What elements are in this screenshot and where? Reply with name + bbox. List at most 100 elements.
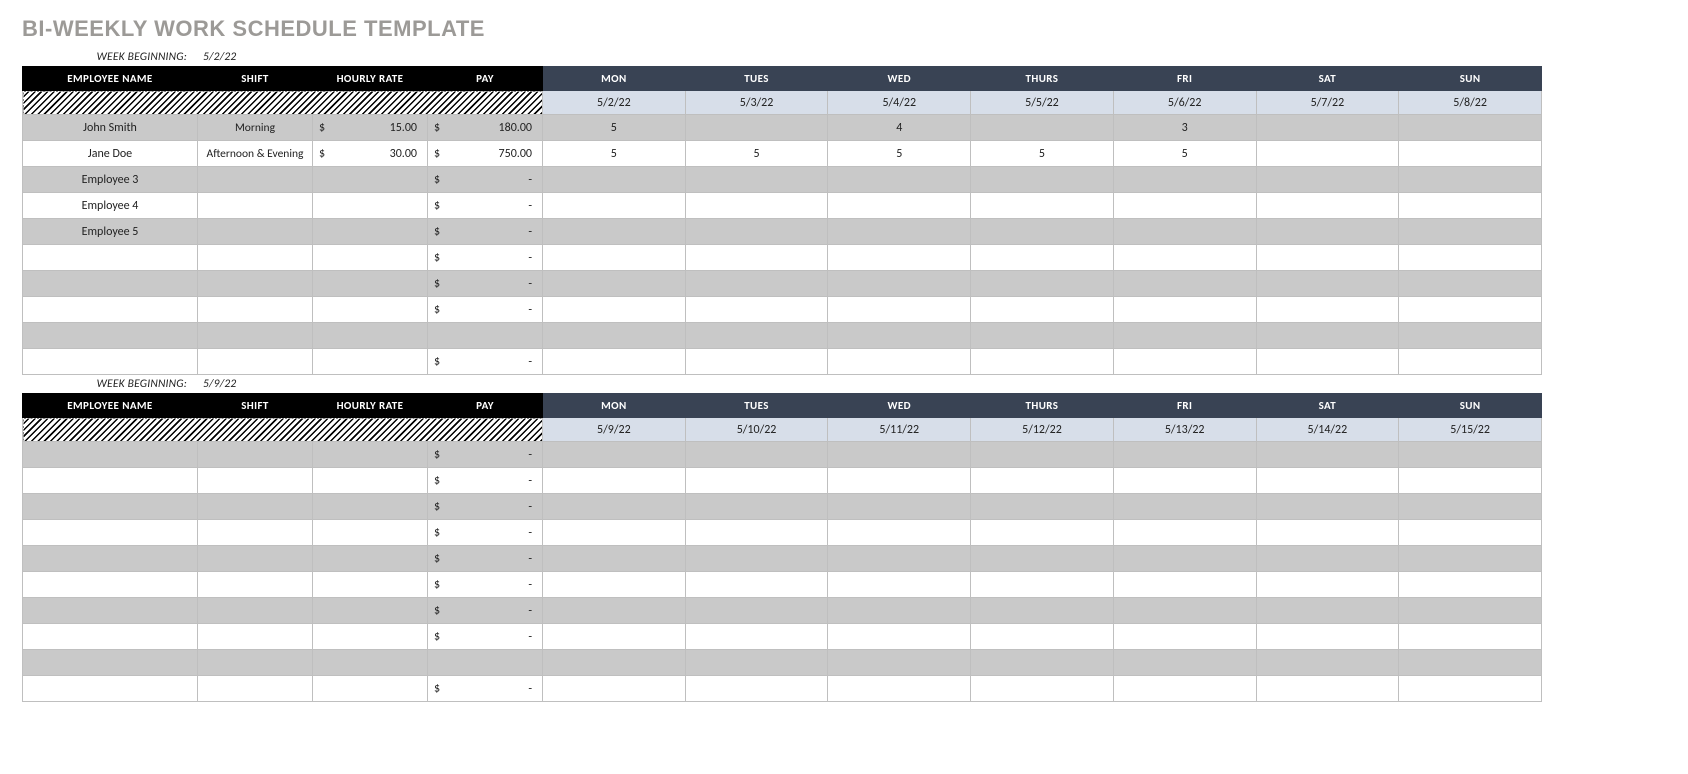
hours-cell[interactable] [1113,245,1256,271]
hours-cell[interactable] [1256,245,1399,271]
hours-cell[interactable] [971,297,1114,323]
hours-cell[interactable]: 5 [828,141,971,167]
hours-cell[interactable] [685,624,828,650]
pay-cell[interactable]: - [428,219,543,245]
pay-cell[interactable]: - [428,572,543,598]
hours-cell[interactable]: 5 [971,141,1114,167]
hours-cell[interactable] [685,650,828,676]
hours-cell[interactable] [543,520,686,546]
hourly-rate-cell[interactable] [313,167,428,193]
hourly-rate-cell[interactable] [313,520,428,546]
hours-cell[interactable] [685,468,828,494]
hours-cell[interactable] [1256,598,1399,624]
hours-cell[interactable] [828,297,971,323]
hours-cell[interactable] [971,323,1114,349]
hours-cell[interactable] [1113,297,1256,323]
employee-name-cell[interactable] [23,442,198,468]
hours-cell[interactable]: 5 [543,115,686,141]
hours-cell[interactable] [1399,494,1542,520]
shift-cell[interactable] [198,271,313,297]
hours-cell[interactable] [1113,494,1256,520]
hours-cell[interactable] [543,494,686,520]
hours-cell[interactable] [543,598,686,624]
hours-cell[interactable] [828,442,971,468]
employee-name-cell[interactable] [23,598,198,624]
shift-cell[interactable]: Morning [198,115,313,141]
hours-cell[interactable] [828,546,971,572]
shift-cell[interactable] [198,468,313,494]
hours-cell[interactable] [1256,323,1399,349]
hours-cell[interactable] [685,271,828,297]
hours-cell[interactable] [828,245,971,271]
hours-cell[interactable] [543,271,686,297]
hourly-rate-cell[interactable] [313,219,428,245]
pay-cell[interactable]: - [428,520,543,546]
hourly-rate-cell[interactable] [313,323,428,349]
hours-cell[interactable] [1399,271,1542,297]
hours-cell[interactable] [1256,271,1399,297]
employee-name-cell[interactable]: Employee 4 [23,193,198,219]
hours-cell[interactable] [685,245,828,271]
shift-cell[interactable] [198,520,313,546]
hours-cell[interactable] [543,349,686,375]
pay-cell[interactable]: - [428,442,543,468]
employee-name-cell[interactable] [23,546,198,572]
hours-cell[interactable] [1113,572,1256,598]
hourly-rate-cell[interactable] [313,676,428,702]
employee-name-cell[interactable] [23,494,198,520]
hours-cell[interactable] [1256,546,1399,572]
employee-name-cell[interactable] [23,520,198,546]
shift-cell[interactable] [198,572,313,598]
shift-cell[interactable] [198,167,313,193]
shift-cell[interactable] [198,297,313,323]
hours-cell[interactable] [1256,193,1399,219]
hours-cell[interactable]: 4 [828,115,971,141]
hours-cell[interactable] [685,442,828,468]
shift-cell[interactable] [198,650,313,676]
employee-name-cell[interactable] [23,323,198,349]
hours-cell[interactable] [1399,349,1542,375]
hours-cell[interactable] [971,494,1114,520]
hours-cell[interactable] [1399,167,1542,193]
hours-cell[interactable] [1113,676,1256,702]
hours-cell[interactable] [685,572,828,598]
hours-cell[interactable] [543,193,686,219]
employee-name-cell[interactable]: Jane Doe [23,141,198,167]
hours-cell[interactable] [971,442,1114,468]
hours-cell[interactable] [685,546,828,572]
hours-cell[interactable] [685,115,828,141]
hourly-rate-cell[interactable] [313,494,428,520]
hours-cell[interactable] [1113,468,1256,494]
hours-cell[interactable] [971,468,1114,494]
hours-cell[interactable] [1399,676,1542,702]
hours-cell[interactable] [1113,546,1256,572]
hourly-rate-cell[interactable] [313,624,428,650]
hourly-rate-cell[interactable] [313,349,428,375]
hourly-rate-cell[interactable] [313,572,428,598]
hours-cell[interactable]: 3 [1113,115,1256,141]
hours-cell[interactable] [828,219,971,245]
employee-name-cell[interactable] [23,468,198,494]
hourly-rate-cell[interactable] [313,193,428,219]
hours-cell[interactable] [1113,271,1256,297]
employee-name-cell[interactable]: Employee 3 [23,167,198,193]
shift-cell[interactable]: Afternoon & Evening [198,141,313,167]
hours-cell[interactable] [1399,650,1542,676]
hours-cell[interactable] [543,572,686,598]
hours-cell[interactable] [971,546,1114,572]
shift-cell[interactable] [198,598,313,624]
hours-cell[interactable] [1256,650,1399,676]
hours-cell[interactable] [1399,520,1542,546]
hours-cell[interactable] [543,676,686,702]
hours-cell[interactable] [685,676,828,702]
hours-cell[interactable] [1399,572,1542,598]
hours-cell[interactable] [971,520,1114,546]
pay-cell[interactable]: - [428,468,543,494]
hours-cell[interactable] [971,676,1114,702]
shift-cell[interactable] [198,676,313,702]
hours-cell[interactable] [828,676,971,702]
hours-cell[interactable] [828,598,971,624]
hours-cell[interactable] [1256,520,1399,546]
hours-cell[interactable]: 5 [685,141,828,167]
hourly-rate-cell[interactable] [313,468,428,494]
